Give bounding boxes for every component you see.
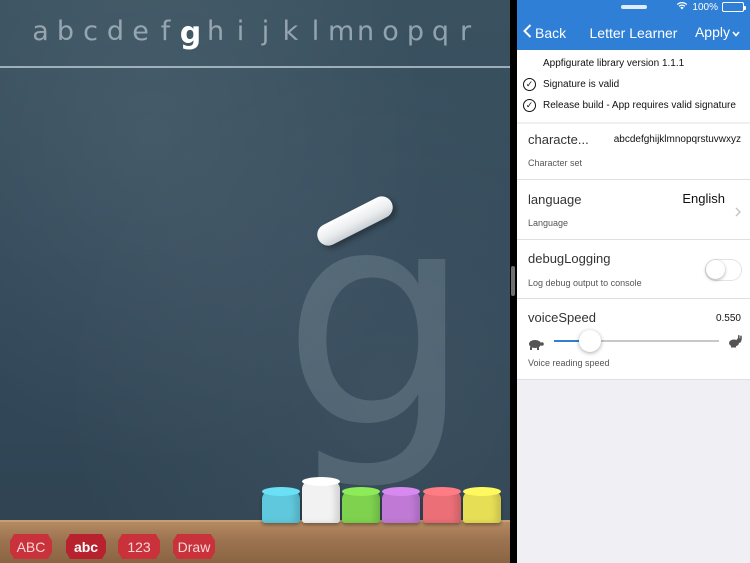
setting-title: debugLogging: [528, 251, 611, 266]
multitask-pill[interactable]: [621, 5, 647, 9]
rabbit-icon: [727, 335, 743, 353]
setting-description: Log debug output to console: [528, 278, 642, 288]
split-view-handle[interactable]: [511, 266, 515, 296]
alphabet-letter[interactable]: a: [28, 16, 53, 60]
apply-button[interactable]: Apply: [695, 24, 740, 40]
mode-button-123[interactable]: 123: [118, 534, 160, 559]
setting-language[interactable]: language English Language: [517, 180, 750, 240]
alphabet-letter[interactable]: j: [253, 16, 278, 60]
battery-icon: [722, 2, 746, 12]
wifi-icon: [676, 1, 688, 13]
alphabet-letter[interactable]: p: [403, 16, 428, 60]
alphabet-letter[interactable]: c: [78, 16, 103, 60]
back-label: Back: [535, 24, 567, 41]
alphabet-letter[interactable]: b: [53, 16, 78, 60]
mode-button-abc[interactable]: abc: [66, 534, 106, 559]
chalk-purple[interactable]: [382, 491, 420, 523]
alphabet-letter[interactable]: r: [453, 16, 478, 60]
alphabet-letter[interactable]: q: [428, 16, 453, 60]
setting-value: English: [682, 191, 725, 206]
toggle-knob: [706, 260, 725, 279]
alphabet-letter[interactable]: o: [378, 16, 403, 60]
mode-button-draw[interactable]: Draw: [173, 534, 215, 559]
setting-value: abcdefghijklmnopqrstuvwxyz: [613, 134, 741, 145]
alphabet-letter[interactable]: e: [128, 16, 153, 60]
build-status: ✓ Release build - App requires valid sig…: [517, 99, 736, 112]
alphabet-strip: abcdefghijklmnopqr: [0, 16, 510, 60]
signature-status: ✓ Signature is valid: [517, 78, 619, 91]
chalk-yellow[interactable]: [463, 491, 501, 523]
setting-title: voiceSpeed: [528, 310, 596, 325]
alphabet-letter[interactable]: h: [203, 16, 228, 60]
alphabet-letter[interactable]: i: [228, 16, 253, 60]
mode-button-abc[interactable]: ABC: [10, 534, 52, 559]
status-bar: 100%: [517, 0, 750, 16]
check-circle-icon: ✓: [523, 99, 536, 112]
setting-description: Character set: [528, 158, 583, 168]
alphabet-letter[interactable]: m: [328, 16, 354, 60]
apply-label: Apply: [694, 24, 730, 40]
chalkboard[interactable]: abcdefghijklmnopqr g: [0, 0, 510, 563]
debug-logging-toggle[interactable]: [705, 259, 742, 281]
back-button[interactable]: Back: [523, 24, 566, 41]
setting-value: 0.550: [715, 313, 741, 324]
signature-text: Signature is valid: [543, 79, 620, 90]
chalk-green[interactable]: [342, 491, 380, 523]
setting-title: characte...: [528, 132, 589, 147]
alphabet-letter[interactable]: g: [178, 16, 203, 60]
setting-character-set[interactable]: characte... abcdefghijklmnopqrstuvwxyz C…: [517, 124, 750, 180]
chevron-left-icon: [523, 24, 532, 41]
chalk-blue[interactable]: [262, 491, 300, 523]
setting-description: Language: [528, 218, 569, 228]
alphabet-letter[interactable]: f: [153, 16, 178, 60]
build-text: Release build - App requires valid signa…: [543, 100, 736, 111]
chevron-down-icon: [732, 24, 740, 40]
turtle-icon: [527, 337, 544, 355]
chalk-red[interactable]: [423, 491, 461, 523]
library-version: Appfigurate library version 1.1.1: [543, 58, 685, 69]
check-circle-icon: ✓: [523, 78, 536, 91]
alphabet-letter[interactable]: d: [103, 16, 128, 60]
navigation-bar: Back Letter Learner Apply: [517, 16, 750, 50]
setting-title: language: [528, 192, 582, 207]
battery-percent: 100%: [692, 1, 718, 13]
alphabet-letter[interactable]: n: [353, 16, 378, 60]
settings-panel: 100% Back Letter Learner Apply Appfigura…: [517, 0, 750, 563]
chalk-line: [0, 66, 510, 68]
chevron-right-icon: [735, 204, 741, 222]
alphabet-letter[interactable]: k: [278, 16, 303, 60]
setting-description: Voice reading speed: [528, 358, 610, 368]
alphabet-letter[interactable]: l: [303, 16, 328, 60]
chalk-white[interactable]: [302, 481, 340, 523]
library-info: Appfigurate library version 1.1.1 ✓ Sign…: [517, 50, 750, 122]
